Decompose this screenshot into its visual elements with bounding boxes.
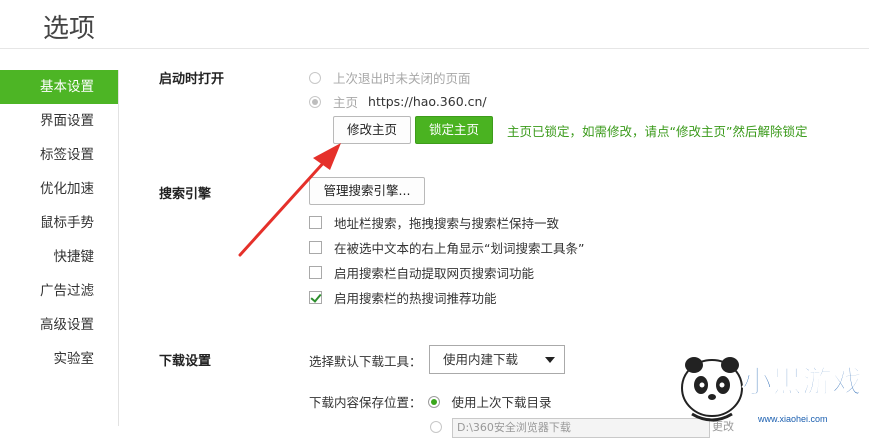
watermark-logo: 小黑游戏 www.xiaohei.com: [681, 357, 863, 424]
watermark-brand: 小黑游戏: [742, 366, 862, 399]
watermark-site: www.xiaohei.com: [757, 414, 828, 424]
